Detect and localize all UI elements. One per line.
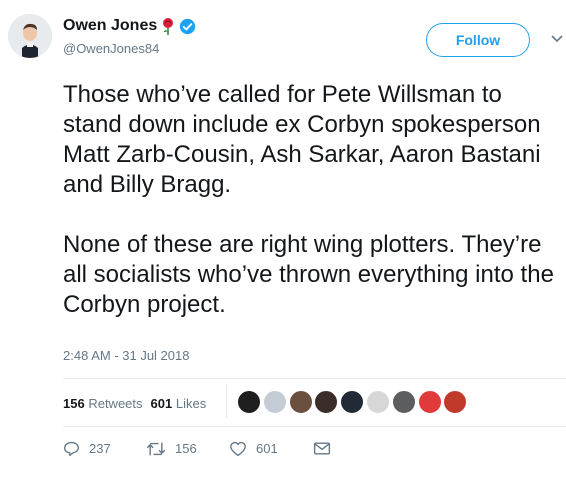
liker-avatar[interactable]: [365, 390, 390, 414]
reply-count: 237: [89, 441, 111, 456]
tweet-actions: 237 156 601: [63, 440, 331, 457]
author-name[interactable]: Owen Jones: [63, 16, 157, 36]
author-name-row[interactable]: Owen Jones: [63, 16, 196, 36]
chevron-down-icon[interactable]: [550, 34, 564, 44]
author-handle[interactable]: @OwenJones84: [63, 41, 196, 56]
follow-button[interactable]: Follow: [426, 23, 530, 57]
direct-message-action[interactable]: [313, 441, 331, 456]
tweet-timestamp[interactable]: 2:48 AM - 31 Jul 2018: [63, 348, 189, 363]
liker-avatar[interactable]: [288, 390, 313, 414]
verified-badge-icon: [180, 18, 196, 34]
heart-icon: [230, 441, 246, 456]
likers-avatars: [237, 390, 469, 414]
likes-stat[interactable]: 601 Likes: [151, 396, 207, 411]
envelope-icon: [313, 442, 331, 455]
liker-avatar[interactable]: [262, 390, 287, 414]
liker-avatar[interactable]: [417, 390, 442, 414]
likes-label: Likes: [175, 396, 207, 411]
retweet-icon: [146, 441, 166, 456]
stats-divider: [226, 384, 227, 418]
follow-button-label: Follow: [455, 32, 501, 48]
like-action[interactable]: 601: [229, 441, 313, 457]
liker-avatar[interactable]: [237, 390, 261, 414]
retweet-action[interactable]: 156: [146, 441, 229, 457]
retweets-label: Retweets: [88, 396, 143, 411]
like-count: 601: [256, 441, 278, 456]
retweets-count: 156: [63, 396, 85, 411]
divider: [63, 378, 566, 379]
author-avatar[interactable]: [8, 14, 52, 58]
liker-avatar[interactable]: [340, 390, 365, 414]
reply-icon: [64, 441, 79, 456]
tweet-text: Those who’ve called for Pete Willsman to…: [63, 80, 563, 320]
tweet-paragraph: Those who’ve called for Pete Willsman to…: [63, 81, 541, 198]
liker-avatar[interactable]: [391, 390, 416, 414]
divider: [63, 426, 566, 427]
reply-action[interactable]: 237: [63, 440, 146, 457]
retweets-stat[interactable]: 156 Retweets: [63, 396, 143, 411]
retweet-count: 156: [175, 441, 197, 456]
tweet-stats: 156 Retweets 601 Likes: [63, 396, 206, 411]
likes-count: 601: [150, 396, 173, 411]
tweet-paragraph: None of these are right wing plotters. T…: [63, 231, 554, 318]
liker-avatar[interactable]: [314, 390, 339, 414]
red-rose-icon: [163, 18, 174, 35]
liker-avatar[interactable]: [443, 390, 468, 414]
